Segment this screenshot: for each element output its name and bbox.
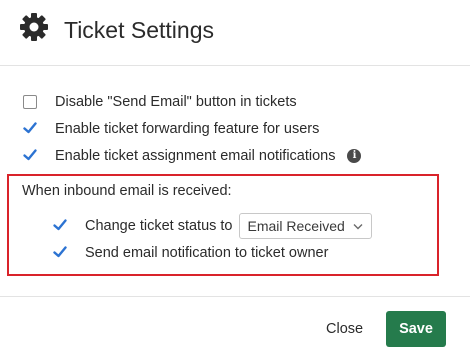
checkbox-checked[interactable] — [23, 122, 37, 136]
dialog-title: Ticket Settings — [64, 17, 214, 43]
inbound-heading-text: When inbound email is received: — [22, 183, 232, 199]
option-label: Change ticket status to — [85, 218, 233, 234]
info-icon[interactable]: i — [347, 149, 362, 163]
ticket-status-select[interactable]: Email Received — [238, 213, 372, 239]
option-label: Disable "Send Email" button in tickets — [55, 94, 297, 110]
save-button[interactable]: Save — [386, 311, 446, 347]
chevron-down-icon — [353, 223, 363, 229]
option-disable-send-email[interactable]: Disable "Send Email" button in tickets — [23, 93, 297, 111]
option-enable-forwarding[interactable]: Enable ticket forwarding feature for use… — [23, 120, 319, 138]
checkbox-checked[interactable] — [53, 219, 67, 233]
close-button[interactable]: Close — [318, 312, 371, 346]
checkmark-icon — [53, 246, 67, 258]
checkbox-unchecked[interactable] — [23, 95, 37, 109]
option-change-ticket-status[interactable]: Change ticket status to Email Received — [53, 213, 372, 239]
checkbox-checked[interactable] — [23, 149, 37, 163]
inbound-heading: When inbound email is received: — [22, 182, 232, 200]
checkbox-checked[interactable] — [53, 246, 67, 260]
ticket-status-selected: Email Received — [247, 218, 345, 234]
option-label: Enable ticket forwarding feature for use… — [55, 121, 320, 137]
checkmark-icon — [23, 122, 37, 134]
checkmark-icon — [53, 219, 67, 231]
option-label: Enable ticket assignment email notificat… — [55, 148, 336, 164]
option-label: Send email notification to ticket owner — [85, 245, 329, 261]
gear-icon — [20, 13, 48, 41]
option-send-owner-notification[interactable]: Send email notification to ticket owner — [53, 244, 328, 262]
option-enable-assignment-notifications[interactable]: Enable ticket assignment email notificat… — [23, 147, 362, 165]
dialog-header: Ticket Settings — [0, 0, 470, 66]
checkmark-icon — [23, 149, 37, 161]
footer-divider — [0, 296, 470, 297]
